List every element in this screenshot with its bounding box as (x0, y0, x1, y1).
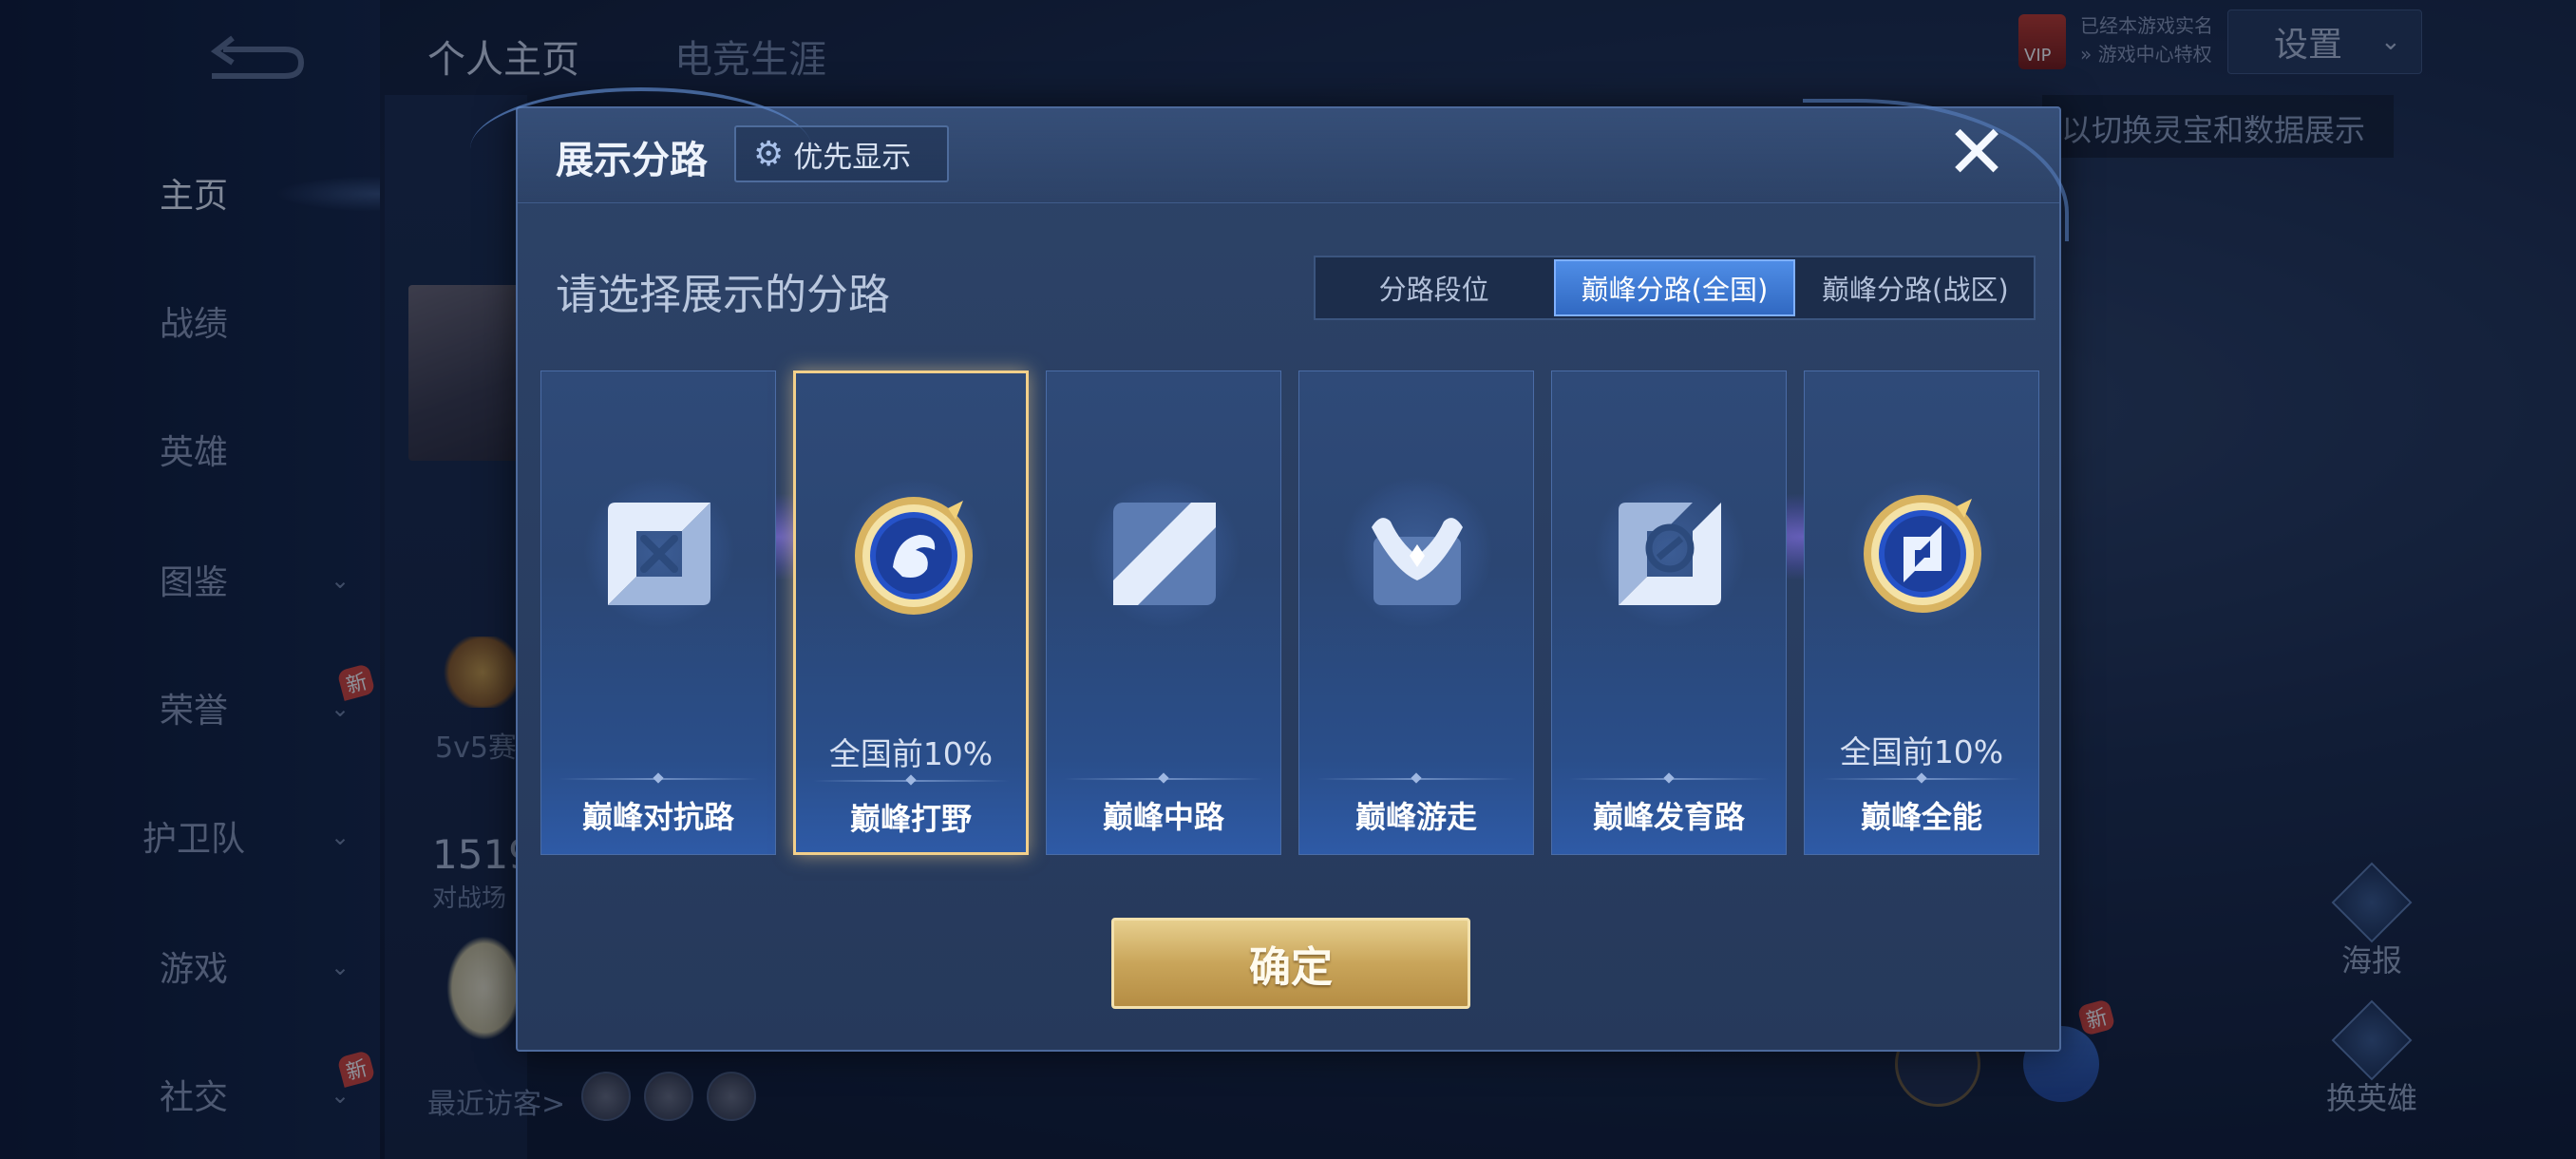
display-lane-dialog: 展示分路 ⚙ 优先显示 ✕ 请选择展示的分路 分路段位 巅峰分路(全国) 巅峰分… (470, 87, 2069, 1052)
rank-percent: 全国前10% (828, 735, 994, 772)
lane-name: 巅峰全能 (1860, 799, 1982, 835)
lane-card-jungle[interactable]: 全国前10% 巅峰打野 (793, 370, 1029, 855)
lane-name: 巅峰中路 (1102, 799, 1224, 835)
card-divider (559, 778, 758, 780)
card-divider (1064, 778, 1263, 780)
lane-name: 巅峰游走 (1354, 799, 1477, 835)
priority-display-button[interactable]: ⚙ 优先显示 (734, 125, 949, 182)
segment-peak-lane-region[interactable]: 巅峰分路(战区) (1797, 257, 2034, 318)
segment-peak-lane-national[interactable]: 巅峰分路(全国) (1554, 259, 1795, 316)
lane-card-farm[interactable]: 巅峰发育路 (1551, 370, 1787, 855)
card-divider (1822, 778, 2021, 780)
gear-icon: ⚙ (753, 134, 785, 174)
lane-type-segmented-control: 分路段位 巅峰分路(全国) 巅峰分路(战区) (1314, 256, 2036, 320)
target-icon (1619, 503, 1721, 605)
allround-emblem-icon (1864, 495, 1981, 613)
lane-card-roam[interactable]: 巅峰游走 (1298, 370, 1534, 855)
priority-display-label: 优先显示 (793, 140, 912, 175)
dialog-subtitle: 请选择展示的分路 (556, 271, 890, 319)
segment-lane-rank[interactable]: 分路段位 (1316, 257, 1552, 318)
crossed-swords-icon (608, 503, 710, 605)
lane-card-allround[interactable]: 全国前10% 巅峰全能 (1804, 370, 2039, 855)
card-divider (1316, 778, 1516, 780)
rank-percent: 全国前10% (1839, 733, 2004, 770)
lane-name: 巅峰打野 (849, 801, 972, 837)
slash-icon (1113, 503, 1216, 605)
lane-name: 巅峰对抗路 (581, 799, 734, 835)
lane-name: 巅峰发育路 (1592, 799, 1745, 835)
wings-icon (1372, 518, 1463, 605)
lane-card-top[interactable]: 巅峰对抗路 (540, 370, 776, 855)
lane-card-mid[interactable]: 巅峰中路 (1046, 370, 1281, 855)
confirm-button[interactable]: 确定 (1111, 918, 1470, 1009)
close-icon[interactable]: ✕ (1943, 116, 2010, 190)
card-divider (813, 780, 1009, 782)
card-divider (1569, 778, 1769, 780)
dragon-emblem-icon (855, 497, 973, 615)
dialog-title: 展示分路 (556, 139, 708, 182)
lane-card-list: 巅峰对抗路 全国前10% 巅峰打野 巅峰中路 巅峰游走 巅峰发育路 全国前10%… (540, 370, 2041, 857)
